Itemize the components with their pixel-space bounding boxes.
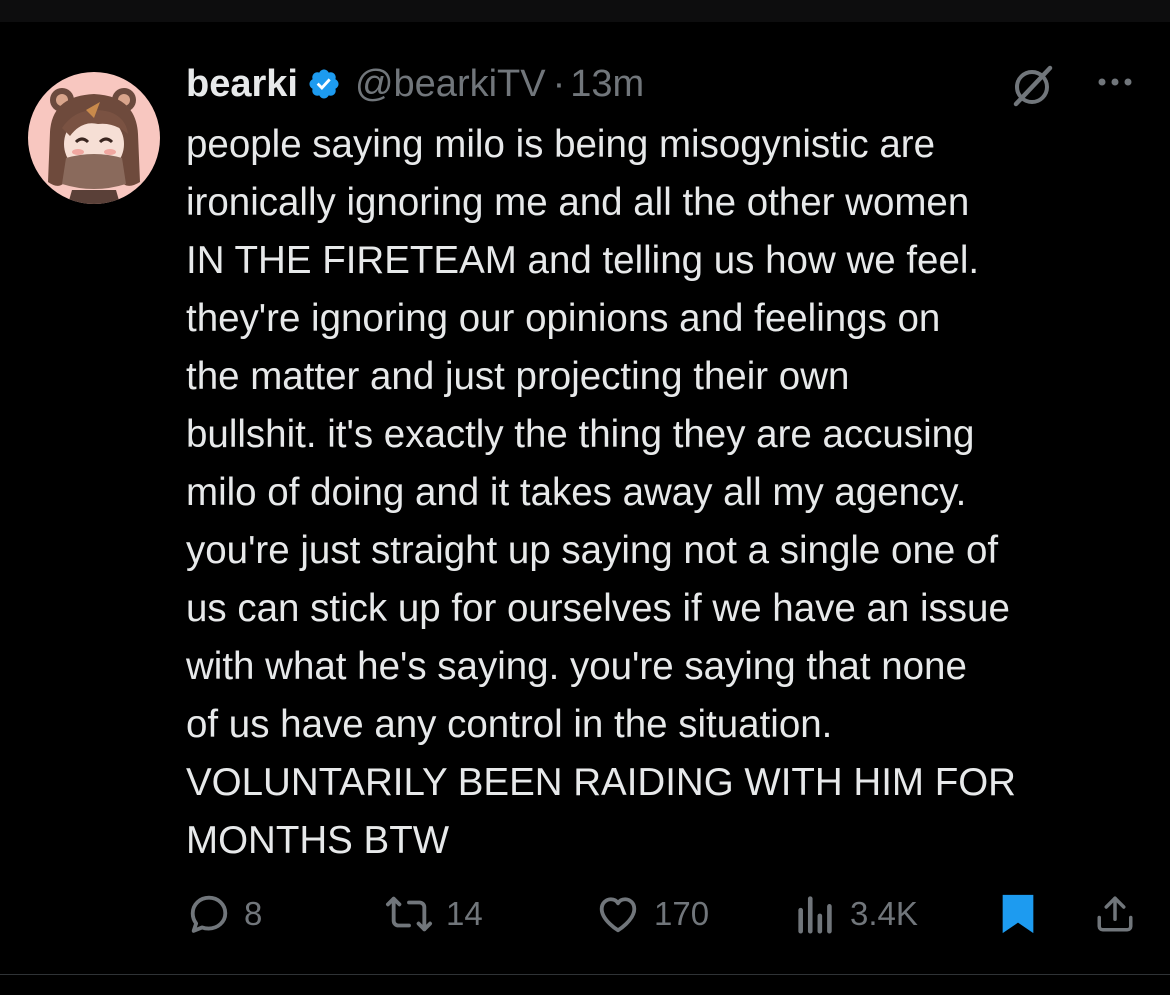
tweet-header: bearki @bearkiTV · 13m	[186, 58, 644, 110]
views-count: 3.4K	[850, 895, 918, 932]
tweet-text-line: ironically ignoring me and all the other…	[186, 181, 970, 224]
share-button[interactable]	[1094, 890, 1136, 938]
like-count: 170	[654, 895, 710, 932]
reply-count: 8	[244, 895, 263, 932]
tweet-text: people saying milo is being misogynistic…	[186, 116, 1156, 870]
grok-button[interactable]	[1008, 60, 1058, 110]
timestamp[interactable]: 13m	[570, 63, 644, 106]
bookmark-icon	[1002, 894, 1034, 934]
repost-button[interactable]: 14	[384, 890, 483, 938]
verified-badge-icon[interactable]	[307, 67, 341, 101]
more-icon	[1098, 78, 1132, 86]
tweet-text-line: they're ignoring our opinions and feelin…	[186, 297, 941, 340]
tweet-text-line: people saying milo is being misogynistic…	[186, 123, 935, 166]
tweet-text-line: bullshit. it's exactly the thing they ar…	[186, 413, 975, 456]
more-button[interactable]	[1090, 62, 1140, 102]
repost-icon	[385, 896, 432, 932]
heart-icon	[599, 897, 637, 933]
top-edge	[0, 0, 1170, 22]
bookmark-button[interactable]	[998, 890, 1038, 938]
grok-icon	[1013, 65, 1053, 107]
bottom-divider	[0, 974, 1170, 995]
tweet-text-line: with what he's saying. you're saying tha…	[186, 645, 967, 688]
tweet-text-line: you're just straight up saying not a sin…	[186, 529, 999, 572]
separator-dot: ·	[552, 62, 566, 105]
display-name[interactable]: bearki	[186, 63, 298, 106]
tweet-text-line: MONTHS BTW	[186, 819, 450, 862]
tweet-text-line: of us have any control in the situation.	[186, 703, 833, 746]
views-button[interactable]: 3.4K	[794, 890, 918, 938]
avatar-image	[28, 72, 160, 204]
avatar[interactable]	[28, 72, 160, 204]
repost-count: 14	[446, 895, 483, 932]
tweet-text-line: VOLUNTARILY BEEN RAIDING WITH HIM FOR	[186, 761, 1016, 804]
share-icon	[1097, 896, 1133, 932]
like-button[interactable]: 170	[594, 890, 709, 938]
views-icon	[798, 896, 832, 934]
tweet-text-line: the matter and just projecting their own	[186, 355, 850, 398]
tweet-text-line: IN THE FIRETEAM and telling us how we fe…	[186, 239, 980, 282]
tweet-text-line: us can stick up for ourselves if we have…	[186, 587, 1010, 630]
handle[interactable]: @bearkiTV	[355, 63, 546, 106]
tweet-text-line: milo of doing and it takes away all my a…	[186, 471, 967, 514]
action-bar: 8 14 170 3.4K	[186, 890, 1146, 938]
reply-button[interactable]: 8	[186, 890, 262, 938]
reply-icon	[190, 895, 228, 933]
